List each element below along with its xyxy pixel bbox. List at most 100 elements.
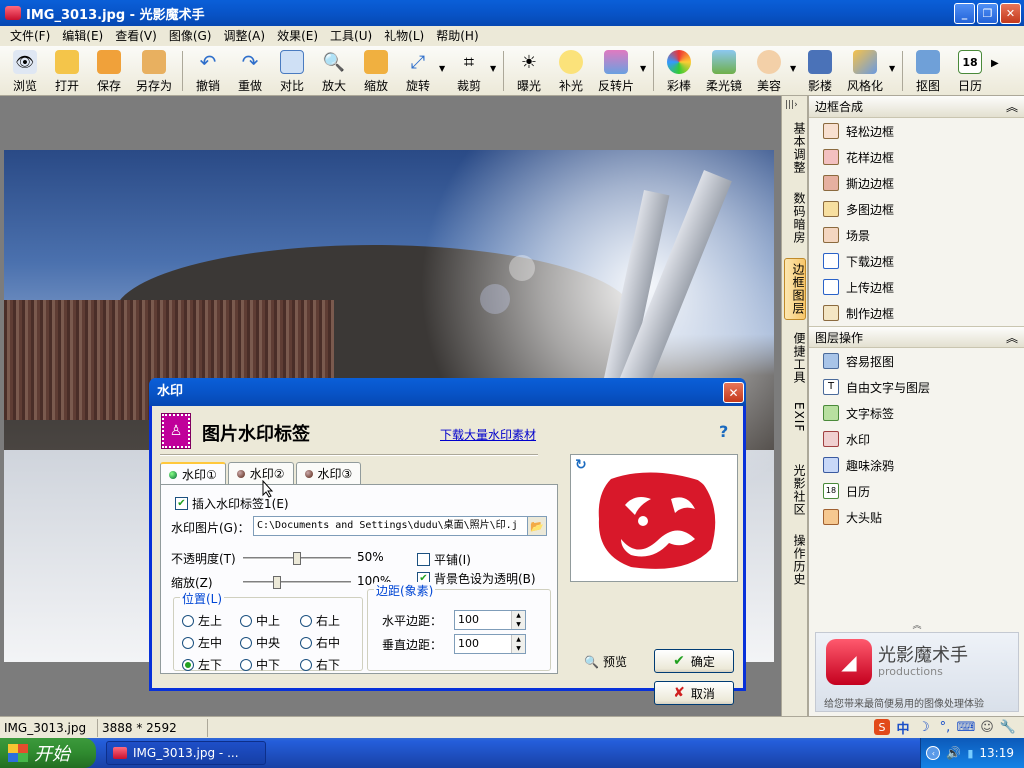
save-as-button[interactable]: 另存为 [130,46,178,96]
panel-item-upload-border[interactable]: 上传边框 [809,274,1024,300]
product-banner[interactable]: ◢ 光影魔术手 productions 给您带来最简便易用的图像处理体验 [815,632,1019,712]
radio-button[interactable] [182,636,194,649]
taskbar-window-button[interactable]: IMG_3013.jpg - ... [106,741,266,765]
minimize-button[interactable]: _ [954,3,975,24]
radio-button[interactable] [240,658,252,671]
slider-thumb[interactable] [273,576,281,589]
volume-icon[interactable]: 🔊 [946,746,961,760]
cancel-button[interactable]: ✘ 取消 [654,681,734,705]
tab-exif[interactable]: EXIF [784,398,806,436]
h-margin-stepper[interactable]: 100 ▲ ▼ [454,610,526,630]
panel-item-make-border[interactable]: 制作边框 [809,300,1024,326]
position-radio[interactable]: 右中 [300,634,340,651]
collapse-up-icon[interactable]: ︽ [1006,329,1018,346]
menu-view[interactable]: 查看(V) [109,26,163,46]
border-section-header[interactable]: 边框合成 ︽ [809,96,1024,118]
soft-light-button[interactable]: 柔光镜 [700,46,748,96]
negative-button[interactable]: 反转片 [592,46,640,96]
tab-watermark-1[interactable]: 水印① [160,462,226,485]
image-path-field[interactable]: C:\Documents and Settings\dudu\桌面\照片\印.j [253,516,533,536]
toolbar-overflow-arrow[interactable]: ▶ [991,46,1000,69]
panel-item-photo-sticker[interactable]: 大头贴 [809,504,1024,530]
radio-button[interactable] [240,614,252,627]
menu-file[interactable]: 文件(F) [4,26,56,46]
ime-moon-icon[interactable]: ☽ [916,719,932,735]
radio-button[interactable] [240,636,252,649]
panel-item-multi-border[interactable]: 多图边框 [809,196,1024,222]
stylize-dropdown-arrow[interactable]: ▼ [889,46,898,73]
menu-gifts[interactable]: 礼物(L) [378,26,430,46]
crop-button[interactable]: ⌗ 裁剪 [448,46,490,96]
rotate-button[interactable]: ⤢ 旋转 [397,46,439,96]
fill-light-button[interactable]: 补光 [550,46,592,96]
collapse-panel-icon[interactable]: |||› [785,100,798,110]
start-button[interactable]: 开始 [0,738,96,768]
layer-section-header[interactable]: 图层操作 ︽ [809,326,1024,348]
slider-thumb[interactable] [293,552,301,565]
panel-item-watermark[interactable]: 水印 [809,426,1024,452]
stylize-button[interactable]: 风格化 [841,46,889,96]
position-radio[interactable]: 右上 [300,612,340,629]
ime-logo-icon[interactable]: S [874,719,890,735]
color-stick-button[interactable]: 彩棒 [658,46,700,96]
save-button[interactable]: 保存 [88,46,130,96]
rotate-dropdown-arrow[interactable]: ▼ [439,46,448,73]
scale-slider[interactable] [243,576,351,589]
panel-item-torn-border[interactable]: 撕边边框 [809,170,1024,196]
panel-item-easy-border[interactable]: 轻松边框 [809,118,1024,144]
zoom-in-button[interactable]: 🔍 放大 [313,46,355,96]
position-radio[interactable]: 左中 [182,634,222,651]
collapse-up-icon[interactable]: ︽ [1006,98,1018,115]
dialog-close-button[interactable]: ✕ [723,382,744,403]
tab-watermark-3[interactable]: 水印③ [295,462,362,484]
compare-button[interactable]: 对比 [271,46,313,96]
radio-button[interactable] [300,658,312,671]
position-radio[interactable]: 左上 [182,612,222,629]
tab-border-layer[interactable]: 边框图层 [784,258,806,320]
panel-item-text-label[interactable]: 文字标签 [809,400,1024,426]
menu-adjust[interactable]: 调整(A) [217,26,271,46]
position-radio[interactable]: 右下 [300,656,340,673]
resize-button[interactable]: 缩放 [355,46,397,96]
restore-button[interactable]: ❐ [977,3,998,24]
tab-watermark-2[interactable]: 水印② [227,462,294,484]
close-button[interactable]: ✕ [1000,3,1021,24]
studio-button[interactable]: 影楼 [799,46,841,96]
browse-button[interactable]: 👁 浏览 [4,46,46,96]
panel-item-free-text[interactable]: T 自由文字与图层 [809,374,1024,400]
download-watermark-link[interactable]: 下载大量水印素材 [440,426,536,443]
tile-row[interactable]: 平铺(I) [417,551,471,568]
panel-item-easy-cutout[interactable]: 容易抠图 [809,348,1024,374]
redo-button[interactable]: ↷ 重做 [229,46,271,96]
network-icon[interactable]: ▮ [967,747,973,760]
menu-help[interactable]: 帮助(H) [430,26,484,46]
browse-folder-button[interactable]: 📂 [527,516,547,536]
tab-community[interactable]: 光影社区 [784,460,806,520]
crop-dropdown-arrow[interactable]: ▼ [490,46,499,73]
exposure-button[interactable]: ☀ 曝光 [508,46,550,96]
opacity-slider[interactable] [243,552,351,565]
undo-button[interactable]: ↶ 撤销 [187,46,229,96]
banner-collapse-icon[interactable]: ︽ [809,618,1024,631]
insert-watermark-checkbox[interactable]: ✔ [175,497,188,510]
ime-punct-icon[interactable]: °, [937,719,953,735]
tab-digital-darkroom[interactable]: 数码暗房 [784,188,806,248]
clock[interactable]: 13:19 [979,746,1014,760]
position-radio[interactable]: 中上 [240,612,280,629]
refresh-icon[interactable]: ↻ [575,457,587,473]
panel-item-pattern-border[interactable]: 花样边框 [809,144,1024,170]
tab-basic-adjust[interactable]: 基本调整 [784,118,806,178]
tab-quick-tools[interactable]: 便捷工具 [784,328,806,388]
tray-back-icon[interactable]: ‹ [926,746,941,760]
calendar-button[interactable]: 18 日历 [949,46,991,96]
menu-tools[interactable]: 工具(U) [324,26,378,46]
position-radio[interactable]: 左下 [182,656,222,673]
cutout-button[interactable]: 抠图 [907,46,949,96]
position-radio[interactable]: 中下 [240,656,280,673]
spin-up-icon[interactable]: ▲ [512,611,525,620]
ime-user-icon[interactable]: ☺ [979,719,995,735]
radio-button[interactable] [300,636,312,649]
ime-wrench-icon[interactable]: 🔧 [1000,719,1016,735]
tile-checkbox[interactable] [417,553,430,566]
menu-edit[interactable]: 编辑(E) [56,26,109,46]
